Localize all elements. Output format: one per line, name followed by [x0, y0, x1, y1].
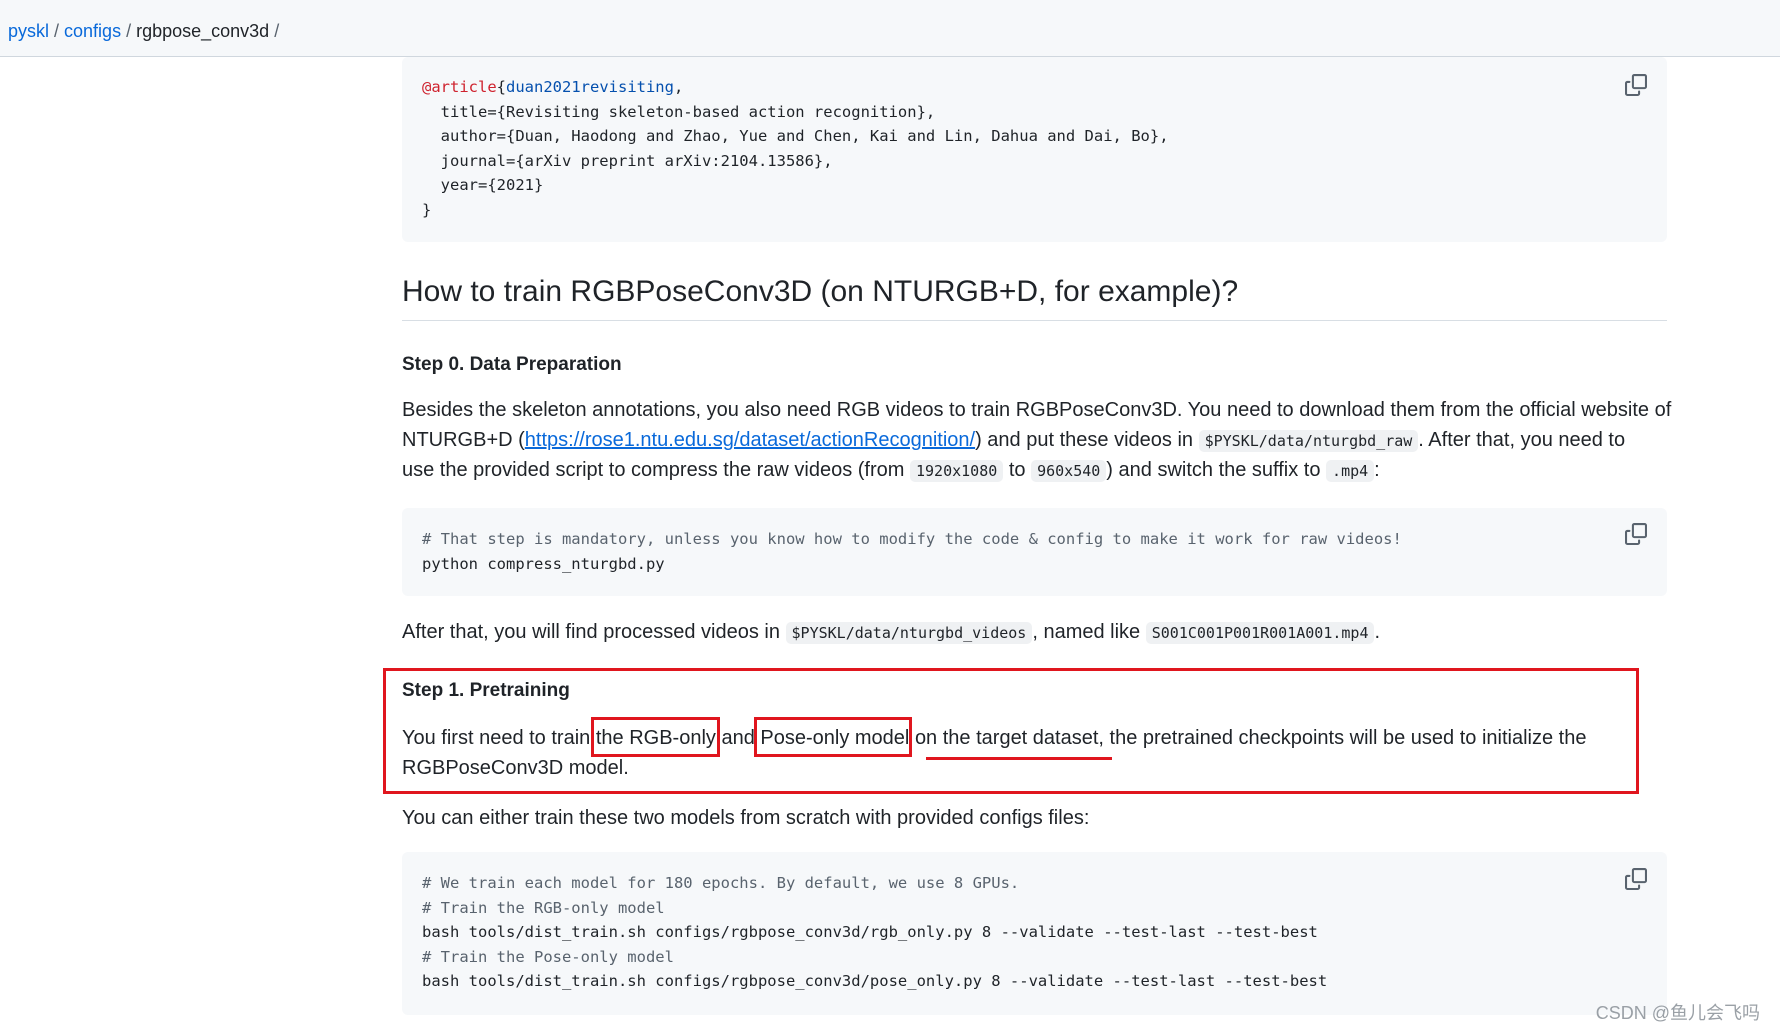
- step0-paragraph-line2: NTURGB+D (https://rose1.ntu.edu.sg/datas…: [402, 425, 1667, 456]
- copy-icon: [1625, 868, 1647, 890]
- compress-code-block: # That step is mandatory, unless you kno…: [402, 508, 1667, 596]
- compress-code: # That step is mandatory, unless you kno…: [422, 527, 1402, 576]
- code-line: # Train the RGB-only model: [422, 899, 665, 917]
- step0-text: ) and put these videos in: [975, 429, 1199, 451]
- step1-paragraph-line2: RGBPoseConv3D model.: [402, 753, 1667, 783]
- code-token: author={Duan, Haodong and Zhao, Yue and …: [422, 127, 1169, 146]
- inline-code-filename: S001C001P001R001A001.mp4: [1145, 622, 1375, 644]
- processed-videos-paragraph: After that, you will find processed vide…: [402, 617, 1667, 648]
- step0-text: . After that, you need to: [1418, 429, 1626, 451]
- code-token: # We train each model for 180 epochs. By…: [422, 874, 1020, 892]
- code-token: # Train the Pose-only model: [422, 947, 674, 966]
- step0-paragraph-line3: use the provided script to compress the …: [402, 455, 1667, 486]
- step1-text: You first need to train: [402, 727, 591, 749]
- step1-paragraph-line1: You first need to train the RGB-only and…: [402, 723, 1667, 753]
- inline-code-to-res: 960x540: [1031, 460, 1107, 482]
- breadcrumb-link-configs[interactable]: configs: [64, 21, 121, 41]
- breadcrumb-link-pyskl[interactable]: pyskl: [8, 21, 49, 41]
- watermark: CSDN @鱼儿会飞吗: [1595, 1003, 1760, 1023]
- breadcrumb-bar: pyskl / configs / rgbpose_conv3d /: [0, 0, 1780, 57]
- copy-button[interactable]: [1623, 72, 1649, 98]
- processed-text: After that, you will find processed vide…: [402, 621, 786, 643]
- code-token: bash tools/dist_train.sh configs/rgbpose…: [422, 923, 1318, 942]
- inline-code-videos-path: $PYSKL/data/nturgbd_videos: [785, 622, 1033, 644]
- step0-text: :: [1374, 459, 1380, 481]
- heading-divider: [402, 320, 1667, 321]
- code-token: title={Revisiting skeleton-based action …: [422, 102, 936, 121]
- code-token: # That step is mandatory, unless you kno…: [422, 530, 1402, 548]
- step1-text-target-dataset: on the target dataset: [914, 727, 1099, 749]
- breadcrumb-separator: /: [274, 21, 280, 41]
- step0-text: Besides the skeleton annotations, you al…: [402, 399, 1672, 421]
- processed-text: , named like: [1032, 621, 1146, 643]
- code-token: }: [422, 200, 432, 219]
- bibtex-code: @article{duan2021revisiting, title={Revi…: [422, 75, 1169, 223]
- code-token: journal={arXiv preprint arXiv:2104.13586…: [422, 151, 833, 170]
- step1-title: Step 1. Pretraining: [402, 680, 570, 701]
- code-token: ,: [673, 78, 684, 96]
- dataset-link[interactable]: https://rose1.ntu.edu.sg/dataset/actionR…: [525, 429, 975, 451]
- inline-code-from-res: 1920x1080: [910, 460, 1004, 482]
- step0-paragraph-line1: Besides the skeleton annotations, you al…: [402, 395, 1671, 425]
- breadcrumb-separator: /: [126, 21, 132, 41]
- code-line: journal={arXiv preprint arXiv:2104.13586…: [422, 152, 833, 170]
- copy-button[interactable]: [1623, 521, 1649, 547]
- step1-text-pose-only: Pose-only model: [760, 727, 910, 749]
- step1-text-rgb-only: the RGB-only: [595, 727, 716, 749]
- code-token: {: [496, 78, 506, 96]
- code-line: bash tools/dist_train.sh configs/rgbpose…: [422, 923, 1318, 941]
- section-heading: How to train RGBPoseConv3D (on NTURGB+D,…: [402, 275, 1239, 308]
- code-line: # That step is mandatory, unless you kno…: [422, 530, 1402, 548]
- breadcrumb: pyskl / configs / rgbpose_conv3d /: [8, 19, 284, 43]
- copy-button[interactable]: [1623, 866, 1649, 892]
- train-code: # We train each model for 180 epochs. By…: [422, 871, 1327, 994]
- step1-text: , the pretrained checkpoints will be use…: [1098, 727, 1587, 749]
- inline-code-suffix: .mp4: [1326, 460, 1375, 482]
- step0-title: Step 0. Data Preparation: [402, 354, 622, 375]
- code-line: # We train each model for 180 epochs. By…: [422, 874, 1019, 892]
- train-code-block: # We train each model for 180 epochs. By…: [402, 852, 1667, 1015]
- copy-icon: [1625, 74, 1647, 96]
- code-line: title={Revisiting skeleton-based action …: [422, 102, 936, 121]
- code-line: # Train the Pose-only model: [422, 948, 674, 966]
- code-line: }: [422, 201, 431, 219]
- breadcrumb-separator: /: [54, 21, 60, 41]
- step1-text: and: [721, 727, 755, 749]
- code-line: python compress_nturgbd.py: [422, 555, 665, 573]
- step0-text: ) and switch the suffix to: [1106, 459, 1327, 481]
- code-line: year={2021}: [422, 176, 544, 195]
- code-token: # Train the RGB-only model: [422, 898, 665, 917]
- code-token: bash tools/dist_train.sh configs/rgbpose…: [422, 972, 1328, 991]
- code-token: year={2021}: [422, 176, 544, 195]
- code-token: @article: [422, 78, 497, 96]
- bibtex-code-block: @article{duan2021revisiting, title={Revi…: [402, 57, 1667, 242]
- code-token: python compress_nturgbd.py: [422, 554, 665, 573]
- step1-configs-text: You can either train these two models fr…: [402, 807, 1090, 829]
- code-line: author={Duan, Haodong and Zhao, Yue and …: [422, 127, 1169, 145]
- code-line: @article{duan2021revisiting,: [422, 78, 683, 96]
- step0-text: NTURGB+D (: [402, 429, 525, 451]
- step1-configs-paragraph: You can either train these two models fr…: [402, 803, 1667, 833]
- breadcrumb-current: rgbpose_conv3d: [136, 21, 270, 41]
- step1-text: RGBPoseConv3D model.: [402, 757, 629, 779]
- copy-icon: [1625, 523, 1647, 545]
- code-line: bash tools/dist_train.sh configs/rgbpose…: [422, 972, 1327, 990]
- code-token: duan2021revisiting: [506, 78, 674, 96]
- processed-text: .: [1374, 621, 1381, 643]
- inline-code-raw-path: $PYSKL/data/nturgbd_raw: [1198, 430, 1419, 452]
- step0-text: to: [1003, 459, 1032, 481]
- step0-text: use the provided script to compress the …: [402, 459, 910, 481]
